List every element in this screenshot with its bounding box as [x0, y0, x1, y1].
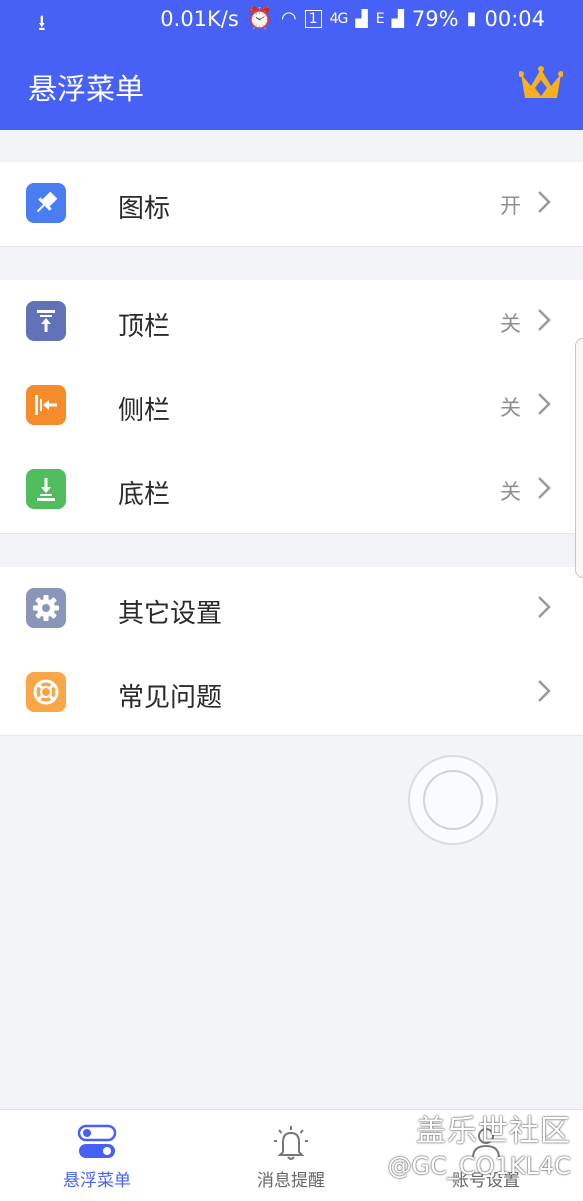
battery-icon: ▮ [466, 8, 477, 29]
bottom-bar-icon [26, 469, 66, 509]
tab-label: 悬浮菜单 [63, 1171, 131, 1191]
menu-item-top-bar[interactable]: 顶栏 关 [0, 280, 583, 364]
tab-notifications[interactable]: 消息提醒 [194, 1110, 388, 1201]
crown-icon[interactable] [519, 66, 563, 102]
settings-group-bars: 顶栏 关 侧栏 关 底栏 关 [0, 280, 583, 534]
settings-group-icon: 图标 开 [0, 162, 583, 247]
tab-label: 消息提醒 [257, 1171, 325, 1191]
menu-item-label: 顶栏 [118, 312, 171, 342]
chevron-right-icon [538, 309, 551, 331]
menu-item-status: 关 [500, 396, 521, 420]
watermark: 盖乐世社区 @GC_CO1KL4C [388, 1106, 571, 1180]
watermark-line-1: 盖乐世社区 [416, 1114, 571, 1149]
menu-item-label: 底栏 [118, 480, 171, 510]
wifi-icon: ◠ [280, 8, 297, 29]
toggle-icon [77, 1124, 117, 1158]
menu-item-faq[interactable]: 常见问题 [0, 651, 583, 735]
menu-item-label: 图标 [118, 194, 171, 224]
menu-item-label: 侧栏 [118, 396, 171, 426]
sim1-icon: 1 [304, 9, 322, 28]
side-bar-icon [26, 385, 66, 425]
menu-item-status: 开 [500, 194, 521, 218]
clock: 00:04 [484, 6, 545, 31]
chevron-right-icon [538, 393, 551, 415]
tab-floating-menu[interactable]: 悬浮菜单 [0, 1110, 194, 1201]
floating-button-inner-ring [423, 770, 483, 830]
watermark-line-2: @GC_CO1KL4C [387, 1152, 571, 1180]
battery-level: 79% [411, 6, 459, 31]
lifebuoy-icon [26, 672, 66, 712]
signal-icon: ▟ [355, 9, 368, 28]
chevron-right-icon [538, 477, 551, 499]
menu-item-label: 常见问题 [118, 683, 223, 713]
bell-icon [274, 1126, 308, 1160]
chevron-right-icon [538, 596, 551, 618]
alarm-icon: ⏰ [246, 6, 273, 30]
top-bar-icon [26, 301, 66, 341]
network-e: E [375, 10, 385, 27]
signal-icon-2: ▟ [391, 9, 404, 28]
menu-item-icon[interactable]: 图标 开 [0, 162, 583, 246]
settings-group-other: 其它设置 常见问题 [0, 567, 583, 736]
menu-item-side-bar[interactable]: 侧栏 关 [0, 364, 583, 448]
gear-icon [26, 588, 66, 628]
download-icon: ⭳ [38, 11, 46, 36]
pin-icon [26, 183, 66, 223]
network-4g: 4G [329, 10, 349, 27]
menu-item-bottom-bar[interactable]: 底栏 关 [0, 448, 583, 532]
menu-item-label: 其它设置 [118, 599, 223, 629]
network-speed: 0.01K/s [160, 6, 239, 31]
page-title: 悬浮菜单 [28, 72, 145, 106]
menu-item-other-settings[interactable]: 其它设置 [0, 567, 583, 651]
floating-assistive-button[interactable] [408, 755, 498, 845]
app-bar: 悬浮菜单 [0, 40, 583, 130]
chevron-right-icon [538, 680, 551, 702]
menu-item-status: 关 [500, 312, 521, 336]
menu-item-status: 关 [500, 480, 521, 504]
edge-panel-handle[interactable] [575, 338, 583, 578]
status-indicators: 0.01K/s ⏰ ◠ 1 4G ▟ E ▟ 79% ▮ 00:04 [160, 6, 545, 31]
chevron-right-icon [538, 191, 551, 213]
status-bar: ⭳ 0.01K/s ⏰ ◠ 1 4G ▟ E ▟ 79% ▮ 00:04 [0, 0, 583, 40]
